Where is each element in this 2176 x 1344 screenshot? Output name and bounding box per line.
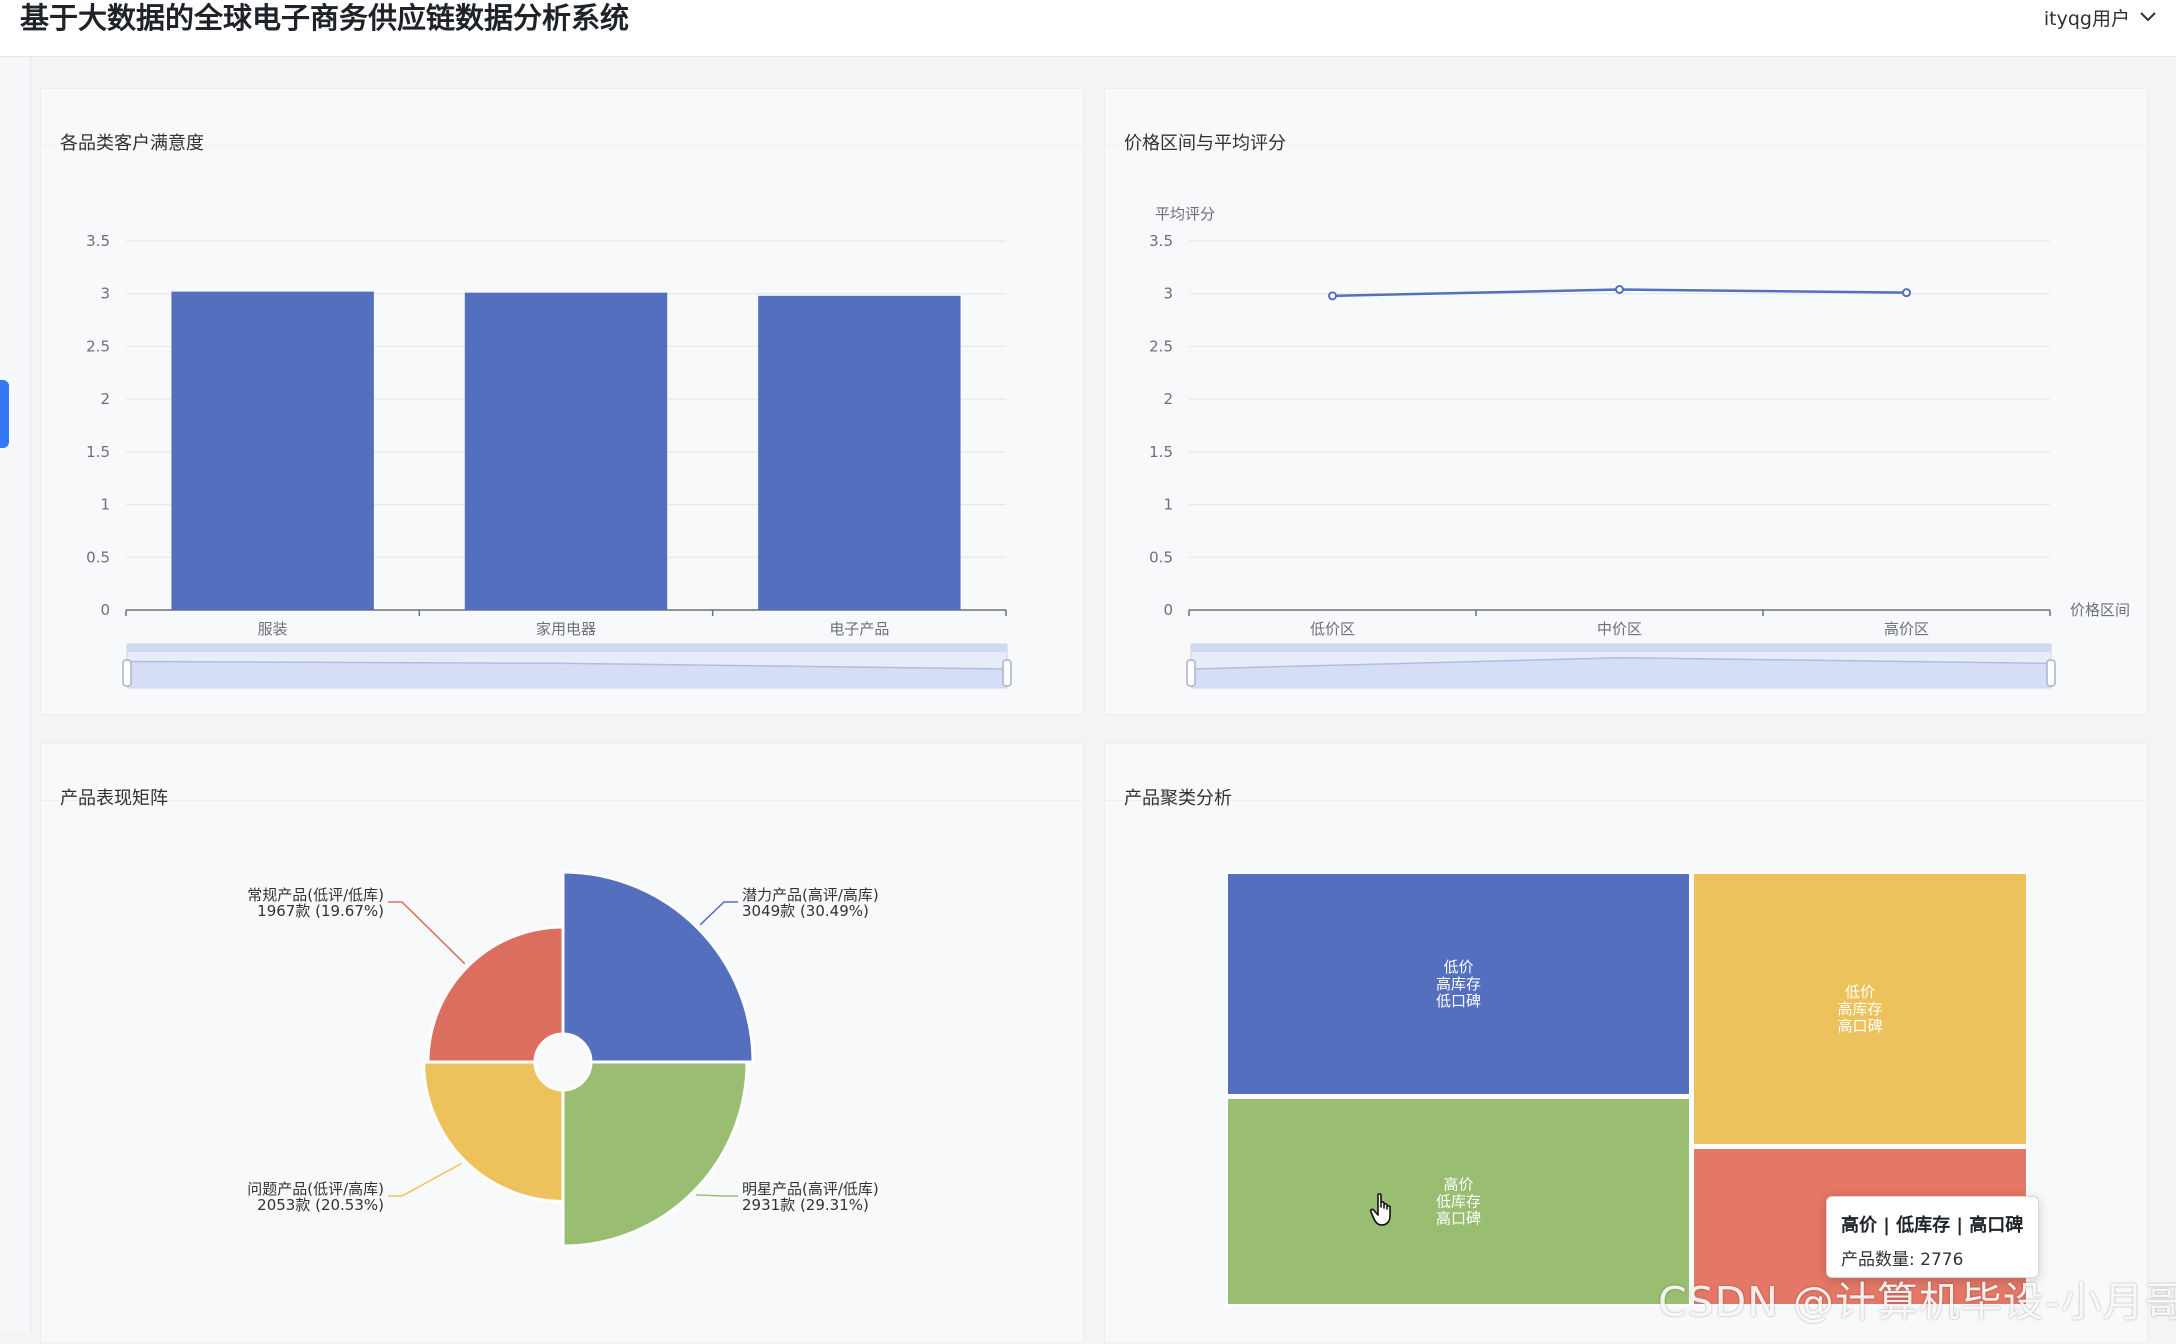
treemap-cell-label: 低库存 [1436, 1193, 1481, 1211]
x-tick-label: 服装 [258, 620, 288, 638]
y-tick-label: 2 [100, 390, 110, 408]
price-rating-line-chart: 0 0.5 1 1.5 2 2.5 3 3.5 低价区 中价区 高价区 平均评分价格区间 [1149, 205, 2130, 689]
treemap-cell-label: 高口碑 [1436, 1210, 1481, 1228]
data-zoom-selected-bar [127, 644, 1007, 652]
satisfaction-panel: 各品类客户满意度 0 0.5 1 1.5 2 2.5 3 3.5 服装 家用电器 电子产品 [40, 88, 1084, 715]
x-tick-label: 家用电器 [536, 620, 596, 638]
slice-count-label: 2931款 (29.31%) [742, 1196, 869, 1214]
data-zoom-handle[interactable] [2046, 659, 2056, 687]
y-tick-label: 1.5 [1149, 443, 1173, 461]
label-leader-line [388, 901, 466, 965]
rose-slice-2[interactable] [422, 1060, 565, 1203]
y-tick-label: 2 [1163, 390, 1173, 408]
price-rating-panel: 价格区间与平均评分 0 0.5 1 1.5 2 2.5 3 3.5 低价区 中价区 高价区 平均评分价… [1104, 88, 2148, 715]
treemap-cell-label: 高库存 [1436, 975, 1481, 993]
x-tick-label: 低价区 [1310, 620, 1355, 638]
x-tick-label: 电子产品 [829, 620, 889, 638]
treemap-cell-label: 低价 [1845, 983, 1875, 1001]
y-tick-label: 0 [100, 601, 110, 619]
bar-服装[interactable] [171, 291, 374, 610]
data-zoom-handle[interactable] [1002, 659, 1012, 687]
y-tick-label: 0.5 [86, 548, 110, 566]
y-tick-label: 3.5 [1149, 232, 1173, 250]
user-menu[interactable]: ityqg用户 [2044, 2, 2156, 32]
x-tick-label: 高价区 [1884, 620, 1929, 638]
line-point-中价区[interactable] [1615, 284, 1624, 294]
performance-matrix-chart: 潜力产品(高评/高库)3049款 (30.49%)明星产品(高评/低库)2931… [247, 870, 879, 1248]
label-leader-line [695, 1194, 738, 1197]
y-tick-label: 2.5 [1149, 337, 1173, 355]
x-tick-label: 中价区 [1597, 620, 1642, 638]
rose-slice-0[interactable] [561, 870, 755, 1064]
label-leader-line [699, 901, 738, 926]
tooltip-value: 产品数量: 2776 [1841, 1250, 1964, 1270]
rose-slice-1[interactable] [561, 1060, 749, 1248]
treemap-cell-label: 低口碑 [1436, 992, 1481, 1010]
bar-家用电器[interactable] [464, 292, 668, 610]
treemap-tooltip: 高价 | 低库存 | 高口碑 产品数量: 2776 [1826, 1196, 2039, 1278]
y-tick-label: 1 [1163, 496, 1173, 514]
line-point-低价区[interactable] [1328, 291, 1337, 301]
treemap-cell-label: 低价 [1443, 958, 1473, 976]
y-tick-label: 1 [100, 496, 110, 514]
app-header: 基于大数据的全球电子商务供应链数据分析系统 ityqg用户 [0, 0, 2176, 57]
data-zoom-handle[interactable] [1186, 659, 1196, 687]
tooltip-title: 高价 | 低库存 | 高口碑 [1841, 1215, 2024, 1236]
treemap-cell-label: 高口碑 [1837, 1017, 1882, 1035]
data-zoom-handle[interactable] [122, 659, 132, 687]
chevron-down-icon [2140, 12, 2156, 22]
line-point-高价区[interactable] [1902, 288, 1911, 298]
matrix-panel: 产品表现矩阵 潜力产品(高评/高库) 3049款 (30.49%) 明星产品(高评/… [40, 743, 1084, 1343]
treemap-cell-label: 高库存 [1837, 1000, 1882, 1018]
slice-count-label: 1967款 (19.67%) [257, 902, 384, 920]
x-axis-label: 价格区间 [2070, 601, 2130, 619]
satisfaction-bar-chart: 0 0.5 1 1.5 2 2.5 3 3.5 服装 家用电器 电子产品 [86, 232, 1012, 689]
y-tick-label: 3 [1163, 285, 1173, 303]
user-name: ityqg用户 [2043, 7, 2130, 30]
y-tick-label: 1.5 [86, 443, 110, 461]
app-title: 基于大数据的全球电子商务供应链数据分析系统 [20, 1, 630, 35]
data-zoom-selected-bar [1191, 644, 2051, 652]
y-tick-label: 3 [100, 285, 110, 303]
slice-count-label: 2053款 (20.53%) [257, 1196, 384, 1214]
label-leader-line [388, 1162, 462, 1197]
treemap-cell-label: 高价 [1443, 1176, 1473, 1194]
slice-count-label: 3049款 (30.49%) [742, 902, 869, 920]
y-tick-label: 0 [1163, 601, 1173, 619]
y-axis-label: 平均评分 [1155, 205, 1215, 223]
y-tick-label: 2.5 [86, 337, 110, 355]
hand-cursor-icon [1369, 1193, 1391, 1226]
y-tick-label: 3.5 [86, 232, 110, 250]
watermark: CSDN @计算机毕设-小月哥 [1658, 1278, 2176, 1326]
sidebar-collapse-tab[interactable] [0, 380, 9, 448]
y-tick-label: 0.5 [1149, 548, 1173, 566]
bar-电子产品[interactable] [758, 295, 961, 610]
sidebar [0, 57, 31, 1332]
